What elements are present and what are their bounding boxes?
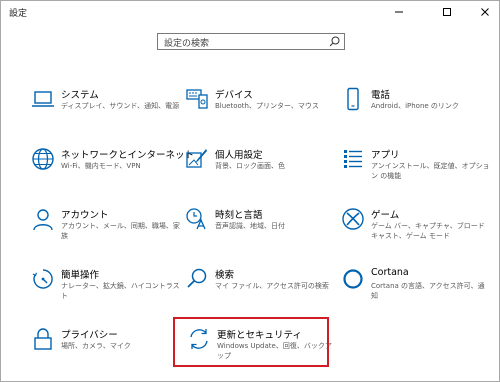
tile-network[interactable]: ネットワークとインターネット Wi-Fi、機内モード、VPN	[31, 147, 194, 193]
tile-apps[interactable]: アプリ アンインストール、既定値、オプション の機能	[341, 147, 491, 193]
ease-of-access-icon	[32, 269, 53, 289]
person-icon	[33, 209, 53, 231]
window-title: 設定	[9, 9, 28, 19]
search-placeholder: 設定の検索	[164, 39, 210, 49]
tile-title: 電話	[371, 90, 391, 101]
tile-title: デバイス	[215, 90, 253, 101]
tile-description: Wi-Fi、機内モード、VPN	[61, 162, 141, 170]
tile-description: Bluetooth、プリンター、マウス	[215, 102, 319, 110]
tile-description: アンインストール、既定値、オプション の機能	[371, 162, 490, 180]
search-icon	[187, 268, 207, 288]
tile-description: マイ ファイル、アクセス許可の検索	[215, 282, 329, 290]
close-icon	[481, 8, 489, 16]
tile-description: ディスプレイ、サウンド、通知、電源	[61, 102, 180, 110]
tile-description: 音声認識、地域、日付	[215, 222, 285, 230]
settings-window: 設定 設定の検索 システム ディスプレイ、サウンド、通知、電源 デバイス Blu…	[0, 0, 500, 382]
tile-title: 検索	[215, 270, 235, 281]
minimize-button[interactable]	[385, 1, 413, 23]
lock-icon	[34, 328, 52, 350]
tile-title: システム	[61, 90, 99, 101]
tile-title: プライバシー	[61, 330, 118, 341]
title-bar[interactable]: 設定	[1, 1, 499, 23]
tile-system[interactable]: システム ディスプレイ、サウンド、通知、電源	[31, 87, 181, 133]
close-button[interactable]	[471, 1, 499, 23]
paint-icon	[186, 149, 207, 168]
tile-gaming[interactable]: ゲーム ゲーム バー、キャプチャ、ブロードキャスト、ゲーム モード	[341, 207, 491, 253]
maximize-icon	[443, 8, 451, 16]
tile-ease-of-access[interactable]: 簡単操作 ナレーター、拡大鏡、ハイコントラスト	[31, 267, 181, 313]
tile-time-language[interactable]: 時刻と言語 音声認識、地域、日付	[185, 207, 335, 253]
tile-title: ネットワークとインターネット	[61, 150, 195, 161]
phone-icon	[347, 87, 359, 111]
tile-title: Cortana	[371, 267, 409, 278]
tile-description: Cortana の言語、アクセス許可、通知	[371, 282, 485, 300]
search-icon[interactable]	[328, 35, 341, 48]
highlight-box	[173, 317, 329, 367]
laptop-icon	[32, 91, 54, 107]
tile-description: ゲーム バー、キャプチャ、ブロードキャスト、ゲーム モード	[371, 222, 485, 240]
tile-title: 個人用設定	[215, 150, 263, 161]
maximize-button[interactable]	[433, 1, 461, 23]
tile-description: 背景、ロック画面、色	[215, 162, 285, 170]
keyboard-icon	[186, 89, 208, 109]
search-input[interactable]: 設定の検索	[157, 33, 345, 50]
tile-cortana[interactable]: Cortana Cortana の言語、アクセス許可、通知	[341, 267, 491, 313]
tile-title: アカウント	[61, 210, 109, 221]
tile-description: ナレーター、拡大鏡、ハイコントラスト	[61, 282, 180, 300]
tile-description: アカウント、メール、同期、職場、家族	[61, 222, 180, 240]
minimize-icon	[395, 11, 403, 13]
globe-icon	[32, 148, 54, 170]
time-language-icon	[186, 208, 206, 230]
tile-search[interactable]: 検索 マイ ファイル、アクセス許可の検索	[185, 267, 335, 313]
tile-description: Android、iPhone のリンク	[371, 102, 459, 110]
xbox-icon	[342, 208, 364, 230]
tile-personalization[interactable]: 個人用設定 背景、ロック画面、色	[185, 147, 335, 193]
tile-description: 場所、カメラ、マイク	[61, 342, 131, 350]
cortana-icon	[343, 269, 363, 289]
tile-title: 時刻と言語	[215, 210, 263, 221]
apps-icon	[344, 150, 362, 168]
tile-title: 簡単操作	[61, 270, 100, 281]
tile-phone[interactable]: 電話 Android、iPhone のリンク	[341, 87, 491, 133]
tile-accounts[interactable]: アカウント アカウント、メール、同期、職場、家族	[31, 207, 181, 253]
tile-title: ゲーム	[371, 210, 400, 221]
tile-title: アプリ	[371, 150, 400, 161]
tile-devices[interactable]: デバイス Bluetooth、プリンター、マウス	[185, 87, 335, 133]
tile-privacy[interactable]: プライバシー 場所、カメラ、マイク	[31, 327, 181, 373]
